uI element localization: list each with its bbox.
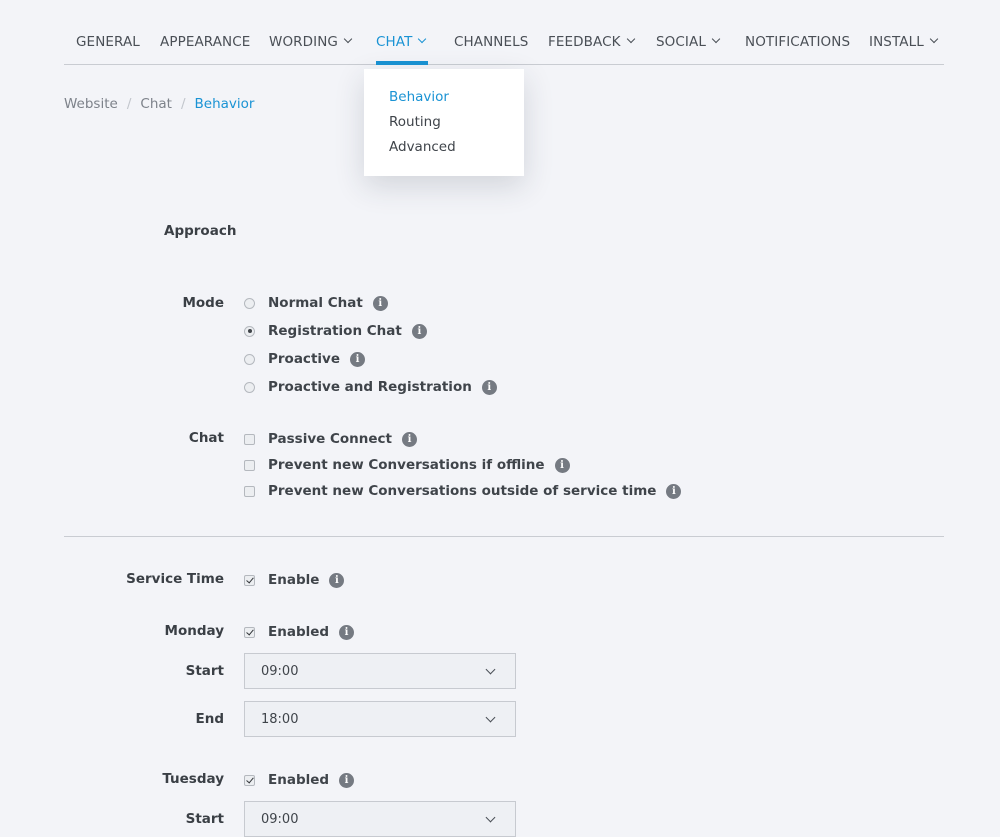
monday-enabled[interactable]: Enabled i: [244, 624, 355, 640]
nav-label: CHAT: [376, 34, 413, 50]
breadcrumb-separator: /: [180, 96, 186, 112]
info-icon[interactable]: i: [339, 772, 355, 788]
chevron-down-icon: [343, 34, 353, 44]
option-label: Passive Connect: [268, 431, 393, 447]
service-time-enable[interactable]: Enable i: [244, 572, 345, 588]
nav-label: APPEARANCE: [160, 34, 251, 50]
nav-label: GENERAL: [76, 34, 140, 50]
nav-appearance[interactable]: APPEARANCE: [160, 34, 250, 50]
nav-label: SOCIAL: [656, 34, 706, 50]
chat-option-prevent-offline[interactable]: Prevent new Conversations if offline i: [244, 457, 570, 473]
checkbox[interactable]: [244, 459, 255, 471]
mode-label: Mode: [182, 295, 224, 311]
nav-chat[interactable]: CHAT: [376, 34, 427, 50]
monday-label: Monday: [164, 623, 224, 639]
chat-dropdown-menu: Behavior Routing Advanced: [364, 69, 524, 176]
breadcrumb-separator: /: [126, 96, 132, 112]
section-divider: [64, 536, 944, 537]
service-time-label: Service Time: [126, 571, 224, 587]
chat-option-passive-connect[interactable]: Passive Connect i: [244, 431, 418, 447]
info-icon[interactable]: i: [402, 431, 418, 447]
nav-feedback[interactable]: FEEDBACK: [548, 34, 635, 50]
breadcrumb-behavior: Behavior: [194, 96, 255, 112]
chevron-down-icon: [711, 34, 721, 44]
nav-label: NOTIFICATIONS: [745, 34, 851, 50]
info-icon[interactable]: i: [481, 379, 497, 395]
tuesday-enabled[interactable]: Enabled i: [244, 772, 355, 788]
menu-item-advanced[interactable]: Advanced: [389, 139, 456, 155]
checkbox[interactable]: [244, 774, 255, 786]
mode-option-proactive-registration[interactable]: Proactive and Registration i: [244, 379, 497, 395]
nav-social[interactable]: SOCIAL: [656, 34, 721, 50]
info-icon[interactable]: i: [411, 323, 427, 339]
chevron-down-icon: [485, 812, 496, 823]
radio-button[interactable]: [244, 381, 255, 393]
top-nav: GENERAL APPEARANCE WORDING CHAT CHANNELS…: [64, 0, 944, 65]
option-label: Prevent new Conversations if offline: [268, 457, 545, 473]
option-label: Enabled: [268, 772, 330, 788]
breadcrumb-chat[interactable]: Chat: [140, 96, 172, 112]
section-title-approach: Approach: [164, 223, 237, 239]
monday-end-label: End: [195, 711, 225, 727]
radio-button[interactable]: [244, 353, 255, 365]
option-label: Normal Chat: [268, 295, 363, 311]
chevron-down-icon: [418, 34, 427, 44]
nav-label: FEEDBACK: [548, 34, 621, 50]
radio-button[interactable]: [244, 297, 255, 309]
mode-option-proactive[interactable]: Proactive i: [244, 351, 365, 367]
nav-label: WORDING: [269, 34, 338, 50]
info-icon[interactable]: i: [339, 624, 355, 640]
monday-end-select[interactable]: 18:00: [244, 701, 516, 737]
nav-label: INSTALL: [869, 34, 924, 50]
tuesday-start-select[interactable]: 09:00: [244, 801, 516, 837]
monday-start-label: Start: [185, 663, 224, 679]
info-icon[interactable]: i: [666, 483, 682, 499]
checkbox[interactable]: [244, 433, 255, 445]
nav-channels[interactable]: CHANNELS: [454, 34, 528, 50]
option-label: Registration Chat: [268, 323, 402, 339]
checkbox[interactable]: [244, 626, 255, 638]
chevron-down-icon: [485, 712, 496, 723]
nav-wording[interactable]: WORDING: [269, 34, 353, 50]
mode-option-registration-chat[interactable]: Registration Chat i: [244, 323, 427, 339]
breadcrumb: Website / Chat / Behavior: [64, 96, 254, 112]
monday-start-select[interactable]: 09:00: [244, 653, 516, 689]
nav-notifications[interactable]: NOTIFICATIONS: [745, 34, 850, 50]
option-label: Enable: [268, 572, 320, 588]
option-label: Proactive and Registration: [268, 379, 472, 395]
option-label: Enabled: [268, 624, 330, 640]
tuesday-label: Tuesday: [162, 771, 224, 787]
nav-general[interactable]: GENERAL: [76, 34, 140, 50]
chat-label: Chat: [188, 430, 224, 446]
radio-button[interactable]: [244, 325, 255, 337]
menu-item-behavior[interactable]: Behavior: [389, 89, 449, 105]
nav-install[interactable]: INSTALL: [869, 34, 939, 50]
option-label: Prevent new Conversations outside of ser…: [268, 483, 657, 499]
select-value: 09:00: [261, 664, 299, 679]
breadcrumb-website[interactable]: Website: [64, 96, 118, 112]
mode-option-normal-chat[interactable]: Normal Chat i: [244, 295, 388, 311]
select-value: 18:00: [261, 712, 299, 727]
nav-label: CHANNELS: [454, 34, 529, 50]
chat-option-prevent-outside-service[interactable]: Prevent new Conversations outside of ser…: [244, 483, 682, 499]
chevron-down-icon: [626, 34, 635, 44]
menu-item-routing[interactable]: Routing: [389, 114, 441, 130]
checkbox[interactable]: [244, 485, 255, 497]
chevron-down-icon: [485, 664, 496, 675]
active-tab-indicator: [376, 61, 428, 65]
info-icon[interactable]: i: [329, 572, 345, 588]
option-label: Proactive: [268, 351, 340, 367]
checkbox[interactable]: [244, 574, 255, 586]
info-icon[interactable]: i: [372, 295, 388, 311]
info-icon[interactable]: i: [554, 457, 570, 473]
chevron-down-icon: [929, 34, 939, 44]
info-icon[interactable]: i: [349, 351, 365, 367]
